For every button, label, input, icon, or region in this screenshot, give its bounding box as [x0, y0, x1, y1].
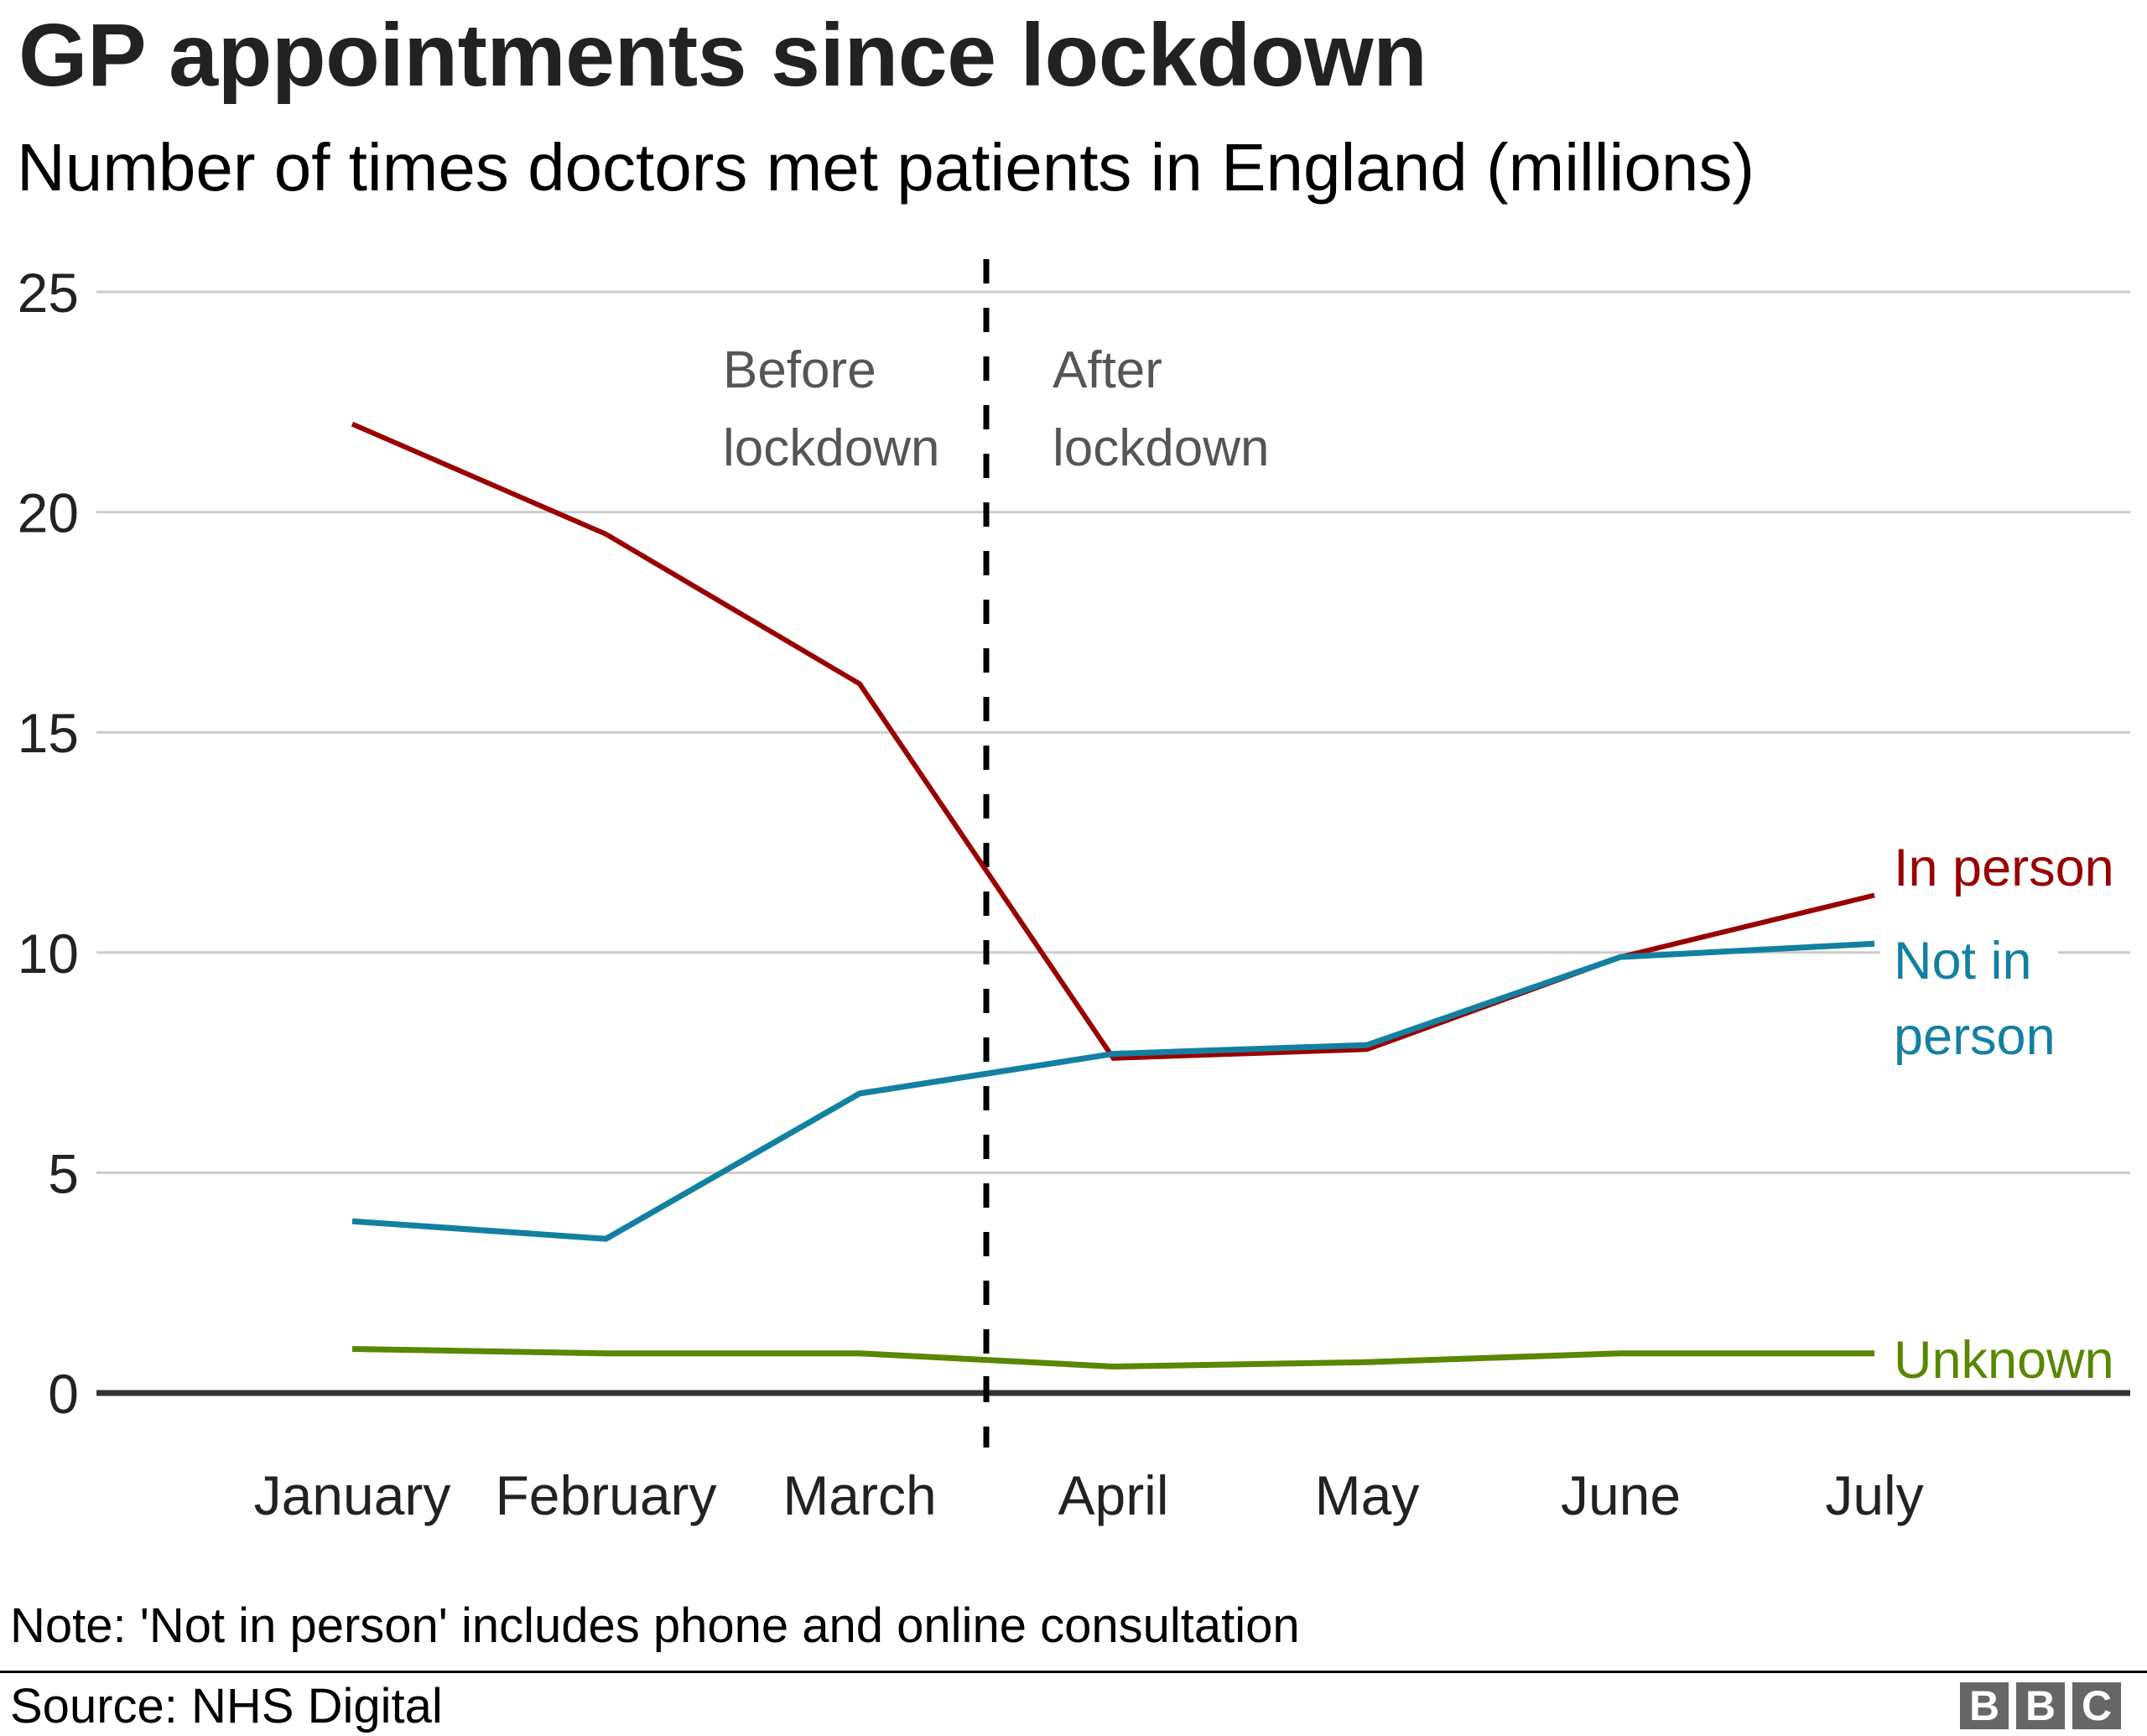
- bbc-logo-letter: C: [2072, 1682, 2121, 1729]
- legend-not-in-person-line2: person: [1894, 1007, 2056, 1066]
- legend-unknown: Unknown: [1894, 1331, 2114, 1390]
- y-axis-ticks: 0 5 10 15 20 25: [18, 262, 79, 1425]
- after-lockdown-label-line2: lockdown: [1053, 419, 1269, 477]
- series-line-unknown: [351, 1346, 1874, 1370]
- bbc-logo-letter: B: [2016, 1682, 2065, 1729]
- series-line-in-person: [351, 421, 1875, 1061]
- lockdown-annotations: Before lockdown After lockdown: [723, 341, 1269, 477]
- footer-divider: [0, 1671, 2147, 1673]
- y-tick-label: 0: [48, 1363, 79, 1425]
- x-tick-label: June: [1561, 1464, 1681, 1526]
- line-chart: 0510152025 January February March April May J…: [18, 259, 2130, 1526]
- bbc-logo: B B C: [1960, 1682, 2121, 1729]
- x-axis-ticks: January February March April May June July: [254, 1464, 1924, 1526]
- y-tick-label: 25: [18, 262, 79, 324]
- bbc-logo-letter: B: [1960, 1682, 2009, 1729]
- x-tick-label: May: [1315, 1464, 1420, 1526]
- x-tick-label: March: [782, 1464, 936, 1526]
- x-tick-label: July: [1825, 1464, 1923, 1526]
- after-lockdown-label-line1: After: [1053, 341, 1162, 399]
- y-tick-label: 15: [18, 702, 79, 764]
- series-line-not-in-person: [351, 940, 1875, 1242]
- x-tick-label: February: [495, 1464, 716, 1526]
- y-tick-label: 10: [18, 923, 79, 985]
- before-lockdown-label-line1: Before: [723, 341, 876, 399]
- chart-note: Note: 'Not in person' includes phone and…: [10, 1598, 1300, 1653]
- y-tick-label: 5: [48, 1142, 79, 1204]
- x-tick-label: April: [1058, 1464, 1168, 1526]
- before-lockdown-label-line2: lockdown: [723, 419, 939, 477]
- chart-source: Source: NHS Digital: [10, 1679, 443, 1733]
- legend-not-in-person-line1: Not in: [1894, 932, 2032, 990]
- series-labels: In person Not in person Unknown: [1880, 839, 2114, 1390]
- x-tick-label: January: [254, 1464, 451, 1526]
- y-tick-label: 20: [18, 482, 79, 544]
- legend-in-person: In person: [1894, 839, 2114, 897]
